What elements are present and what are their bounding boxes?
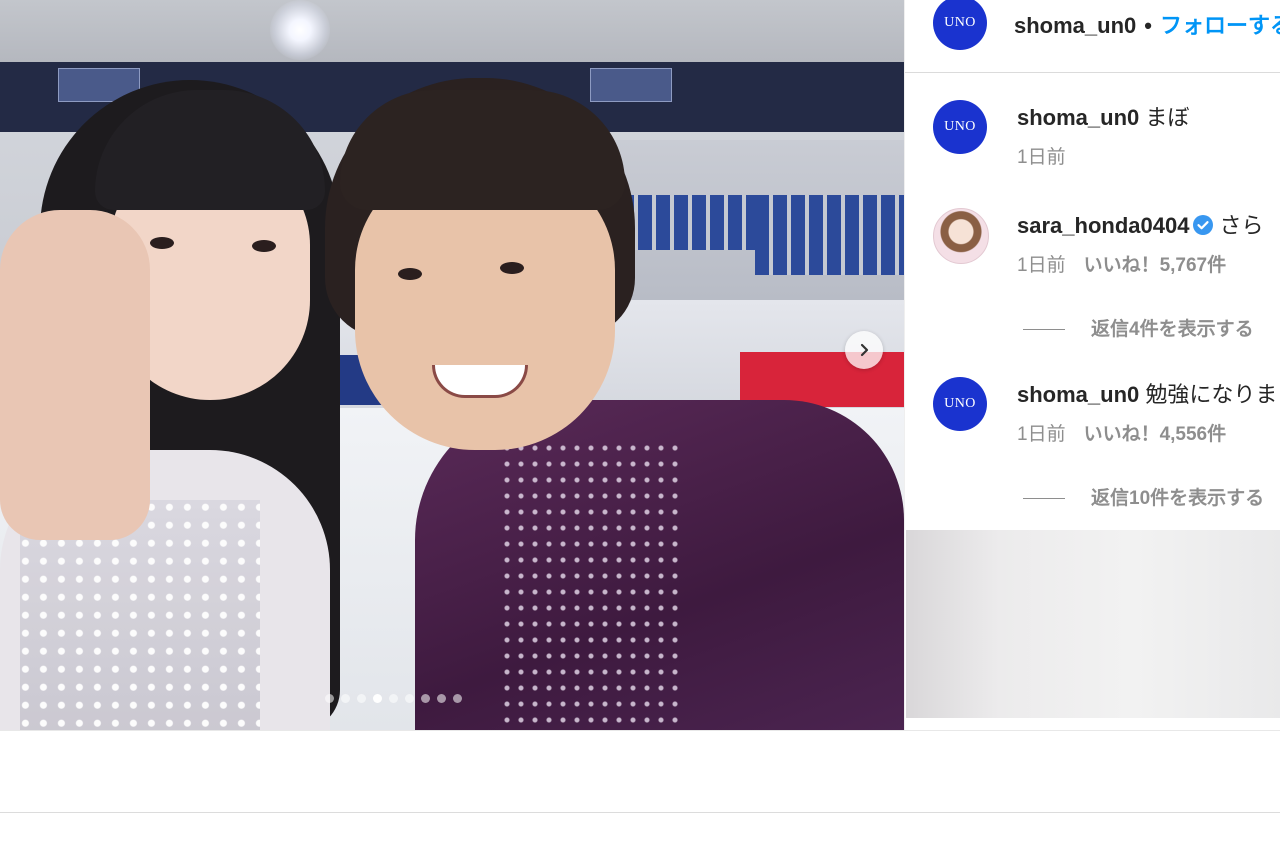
comment-time[interactable]: 1日前 [1017,255,1066,276]
carousel-indicator [325,694,462,703]
comment-avatar[interactable]: UNO [933,377,987,431]
person-right-eye [398,268,422,280]
comment-time[interactable]: 1日前 [1017,147,1066,168]
peace-sign-hand [0,210,150,540]
comment-text-row: sara_honda0404 さら [1017,208,1263,240]
blurred-content-block [906,530,1280,718]
comment-username[interactable]: shoma_un0 [1017,105,1139,130]
view-replies-button[interactable]: 返信4件を表示する [1023,314,1254,341]
arena-banner [590,68,672,102]
arena-light [270,0,330,60]
person-right-bangs [340,90,625,210]
comment-meta: 1日前 [1017,142,1066,169]
comment-username[interactable]: shoma_un0 [1017,382,1139,407]
reply-line [1023,498,1065,500]
view-replies-label: 返信10件を表示する [1091,488,1265,509]
comment-text-row: shoma_un0 まぼ [1017,100,1189,132]
view-replies-label: 返信4件を表示する [1091,319,1254,340]
header-username[interactable]: shoma_un0 [1014,13,1136,38]
comment-body: 勉強になりま [1145,382,1278,407]
header-row: shoma_un0 • フォローする [1014,8,1280,40]
carousel-dot [437,694,446,703]
comment-text-row: shoma_un0 勉強になりま [1017,377,1277,409]
comment-meta: 1日前 いいね！5,767件 [1017,250,1226,277]
carousel-dot [421,694,430,703]
person-left-eye [150,237,174,249]
comment-likes[interactable]: いいね！4,556件 [1084,424,1227,445]
comment-username[interactable]: sara_honda0404 [1017,213,1189,238]
reply-line [1023,329,1065,331]
verified-badge-icon [1193,215,1214,236]
arena-seats [755,195,904,275]
arena-ceiling [0,0,904,65]
comment-body: まぼ [1145,105,1190,130]
header-separator: • [1144,13,1152,38]
post-header: UNO shoma_un0 • フォローする [905,0,1280,73]
comment-likes[interactable]: いいね！5,767件 [1084,255,1227,276]
carousel-dot [373,694,382,703]
carousel-dot [357,694,366,703]
chevron-right-icon [860,343,869,357]
view-replies-button[interactable]: 返信10件を表示する [1023,483,1264,510]
carousel-dot [389,694,398,703]
divider [0,812,1280,813]
carousel-dot [341,694,350,703]
person-right-costume [500,440,680,730]
comment-meta: 1日前 いいね！4,556件 [1017,419,1226,446]
comment-time[interactable]: 1日前 [1017,424,1066,445]
follow-button[interactable]: フォローする [1160,13,1280,38]
divider [0,730,1280,731]
comment-avatar[interactable]: UNO [933,100,987,154]
post-photo[interactable] [0,0,904,730]
carousel-next-button[interactable] [845,331,883,369]
arena-seats [620,195,755,250]
carousel-dot [453,694,462,703]
carousel-dot [405,694,414,703]
header-avatar[interactable]: UNO [933,0,987,50]
person-right-eye [500,262,524,274]
comment-avatar[interactable] [933,208,989,264]
person-left-eye [252,240,276,252]
comment-body: さら [1219,213,1264,238]
carousel-dot [325,694,334,703]
